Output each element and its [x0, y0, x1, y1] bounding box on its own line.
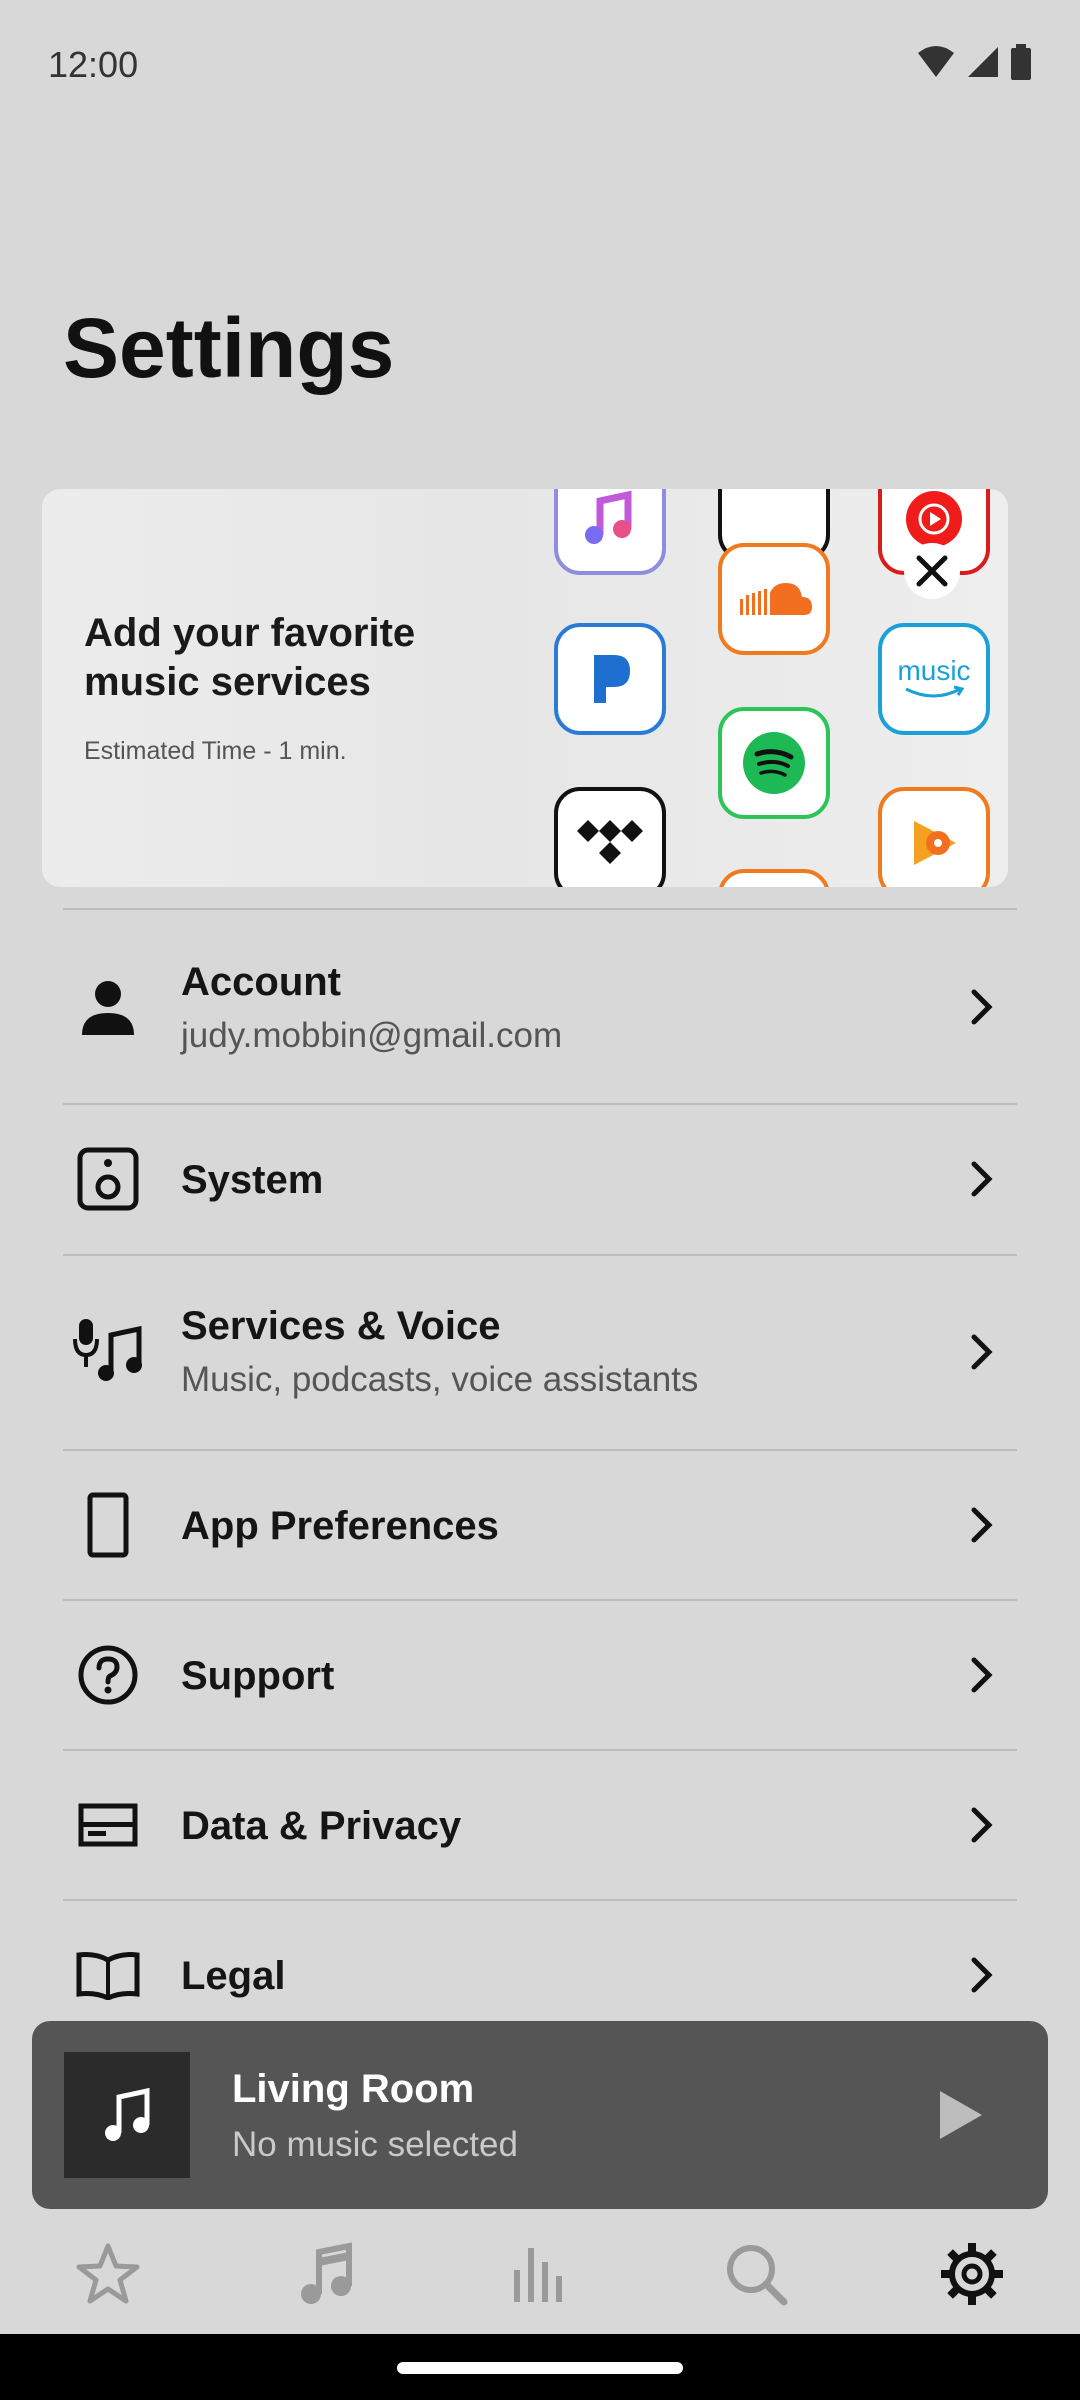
- chevron-right-icon: [971, 1161, 993, 1197]
- nav-favorites[interactable]: [68, 2234, 148, 2314]
- promo-title: Add your favorite music services: [84, 611, 416, 704]
- menu-item-data-privacy[interactable]: Data & Privacy: [0, 1751, 1080, 1899]
- nav-settings[interactable]: [932, 2234, 1012, 2314]
- menu-item-account[interactable]: Account judy.mobbin@gmail.com: [0, 912, 1080, 1102]
- menu-item-legal[interactable]: Legal: [0, 1901, 1080, 2021]
- battery-icon: [1011, 44, 1031, 80]
- speaker-icon: [72, 1143, 144, 1215]
- now-playing-bar[interactable]: Living Room No music selected: [32, 2021, 1048, 2209]
- star-icon: [76, 2243, 140, 2304]
- nav-music[interactable]: [285, 2234, 365, 2314]
- status-icons: [916, 44, 1032, 80]
- bottom-nav: [0, 2220, 1080, 2330]
- person-icon: [72, 971, 144, 1043]
- phone-icon: [72, 1489, 144, 1561]
- mic-music-icon: [72, 1314, 144, 1386]
- music-services-promo-card[interactable]: Add your favorite music services Estimat…: [42, 489, 1008, 887]
- tidal-icon: [554, 787, 666, 887]
- status-bar: 12:00: [0, 0, 1080, 130]
- wifi-icon: [918, 46, 954, 77]
- services-subtitle: Music, podcasts, voice assistants: [181, 1360, 699, 1399]
- legal-title: Legal: [181, 1954, 286, 1998]
- chevron-right-icon: [971, 1507, 993, 1543]
- services-title: Services & Voice: [181, 1304, 501, 1348]
- nav-rooms[interactable]: [500, 2234, 580, 2314]
- music-icon: [301, 2242, 352, 2304]
- pandora-icon: [554, 623, 666, 735]
- data-privacy-title: Data & Privacy: [181, 1804, 462, 1848]
- page-title: Settings: [63, 301, 395, 395]
- signal-icon: [968, 47, 998, 77]
- menu-item-system[interactable]: System: [0, 1105, 1080, 1253]
- spotify-icon: [718, 707, 830, 819]
- system-title: System: [181, 1158, 324, 1202]
- room-name: Living Room: [232, 2067, 475, 2111]
- search-icon: [727, 2245, 788, 2306]
- chevron-right-icon: [971, 989, 993, 1025]
- nav-search[interactable]: [716, 2234, 796, 2314]
- music-note-icon: [105, 2087, 150, 2141]
- help-icon: [72, 1639, 144, 1711]
- support-title: Support: [181, 1654, 335, 1698]
- close-icon: [916, 555, 948, 587]
- home-gesture-handle[interactable]: [397, 2362, 683, 2374]
- divider: [63, 908, 1017, 910]
- player-status: No music selected: [232, 2125, 518, 2164]
- menu-item-app-preferences[interactable]: App Preferences: [0, 1451, 1080, 1599]
- close-promo-button[interactable]: [904, 543, 960, 599]
- chevron-right-icon: [971, 1957, 993, 1993]
- storage-icon: [72, 1789, 144, 1861]
- rooms-icon: [514, 2248, 562, 2302]
- amazon-music-label: music: [897, 655, 971, 686]
- chevron-right-icon: [971, 1807, 993, 1843]
- account-email: judy.mobbin@gmail.com: [181, 1016, 563, 1055]
- play-button[interactable]: [932, 2087, 988, 2143]
- book-icon: [72, 1939, 144, 2011]
- apple-music-icon: [554, 489, 666, 575]
- chevron-right-icon: [971, 1657, 993, 1693]
- account-title: Account: [181, 960, 341, 1004]
- app-preferences-title: App Preferences: [181, 1504, 499, 1548]
- menu-item-support[interactable]: Support: [0, 1601, 1080, 1749]
- google-play-music-icon: [878, 787, 990, 887]
- status-time: 12:00: [48, 44, 139, 85]
- amazon-music-icon: music: [878, 623, 990, 735]
- promo-subtitle: Estimated Time - 1 min.: [84, 737, 347, 765]
- settings-icon: [941, 2243, 1003, 2305]
- partial-app-icon-2: [718, 869, 830, 887]
- gesture-bar: [0, 2334, 1080, 2400]
- soundcloud-icon: [718, 543, 830, 655]
- chevron-right-icon: [971, 1334, 993, 1370]
- menu-item-services-voice[interactable]: Services & Voice Music, podcasts, voice …: [0, 1256, 1080, 1448]
- album-art: [64, 2052, 190, 2178]
